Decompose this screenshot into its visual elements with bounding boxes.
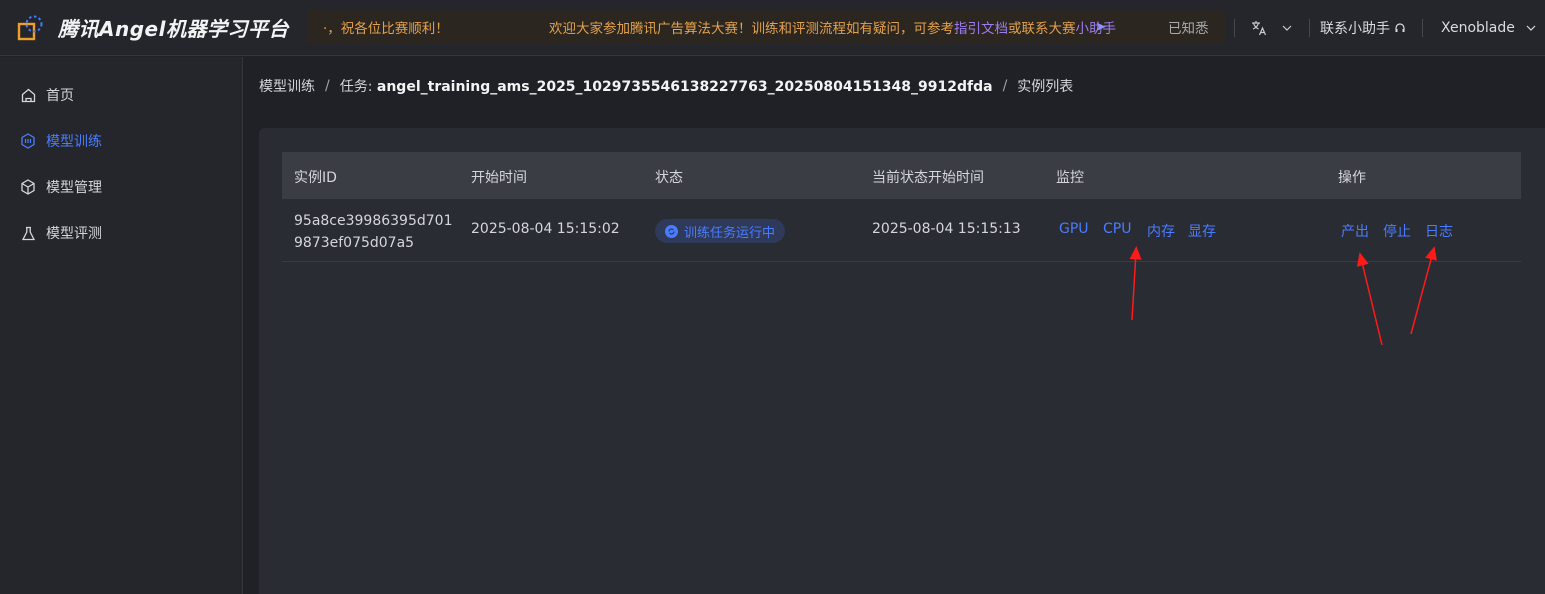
box-icon (20, 179, 36, 195)
breadcrumb-task-prefix: 任务: (339, 79, 373, 95)
language-switcher[interactable] (1251, 20, 1293, 36)
breadcrumb-task[interactable]: 任务: angel_training_ams_2025_102973554613… (340, 76, 993, 96)
translate-icon (1251, 20, 1267, 36)
breadcrumb-current: 实例列表 (1017, 79, 1074, 95)
column-header-monitor: 监控 (1056, 170, 1084, 186)
angel-logo-icon (16, 15, 43, 41)
start-time-cell: 2025-08-04 15:15:02 (471, 221, 620, 237)
notice-middle-text: 或联系大赛 (1008, 21, 1076, 37)
column-header-status: 状态 (655, 170, 683, 186)
column-header-start-time: 开始时间 (471, 170, 527, 186)
sidebar-item-model-evaluation[interactable]: 模型评测 (20, 221, 102, 245)
log-action-link[interactable]: 日志 (1425, 221, 1453, 241)
cube-icon (20, 133, 36, 149)
sidebar-item-home[interactable]: 首页 (20, 83, 74, 107)
notice-dismiss-button[interactable]: 已知悉 (1168, 17, 1209, 37)
monitor-memory-link[interactable]: 内存 (1147, 221, 1175, 241)
table-row: 95a8ce39986395d7019873ef075d07a5 2025-08… (282, 199, 1521, 262)
output-action-link[interactable]: 产出 (1341, 221, 1369, 241)
table-header: 实例ID 开始时间 状态 当前状态开始时间 监控 操作 (282, 152, 1521, 199)
chevron-down-icon (1525, 20, 1537, 36)
top-bar: 腾讯Angel机器学习平台 ·，祝各位比赛顺利！ 欢迎大家参加腾讯广告算法大赛！… (0, 0, 1545, 56)
contact-helper-link[interactable]: 联系小助手 (1320, 18, 1406, 38)
content-panel: 实例ID 开始时间 状态 当前状态开始时间 监控 操作 95a8ce399863… (259, 128, 1545, 594)
chevron-down-icon (1281, 20, 1293, 36)
headset-icon (1394, 20, 1406, 36)
instance-table: 实例ID 开始时间 状态 当前状态开始时间 监控 操作 95a8ce399863… (282, 152, 1521, 262)
user-menu[interactable]: Xenoblade (1441, 20, 1537, 36)
flask-icon (20, 225, 36, 241)
breadcrumb-model-training[interactable]: 模型训练 (259, 76, 315, 96)
column-header-status-start-time: 当前状态开始时间 (872, 170, 984, 186)
user-name: Xenoblade (1441, 20, 1515, 36)
stop-action-link[interactable]: 停止 (1383, 221, 1411, 241)
notice-banner: ·，祝各位比赛顺利！ 欢迎大家参加腾讯广告算法大赛！训练和评测流程如有疑问，可参… (307, 10, 1226, 44)
app-title: 腾讯Angel机器学习平台 (58, 17, 289, 41)
monitor-gpu-memory-link[interactable]: 显存 (1188, 221, 1216, 241)
monitor-cpu-link[interactable]: CPU (1103, 221, 1131, 237)
sidebar-item-label: 模型管理 (46, 180, 102, 196)
sidebar-item-model-management[interactable]: 模型管理 (20, 175, 102, 199)
notice-more-icon[interactable]: ➤ (1095, 19, 1106, 35)
status-start-time-cell: 2025-08-04 15:15:13 (872, 221, 1021, 237)
notice-main-text: 欢迎大家参加腾讯广告算法大赛！训练和评测流程如有疑问，可参考指引文档或联系大赛小… (549, 17, 1116, 37)
contact-helper-label: 联系小助手 (1320, 21, 1390, 37)
notice-left-text: ·，祝各位比赛顺利！ (323, 21, 449, 37)
home-icon (20, 87, 36, 103)
breadcrumb-task-id: angel_training_ams_2025_1029735546138227… (376, 79, 993, 95)
sidebar-item-label: 模型训练 (46, 134, 102, 150)
sidebar: 首页 模型训练 模型管理 模型评测 (0, 57, 243, 594)
notice-main-sentence: 欢迎大家参加腾讯广告算法大赛！训练和评测流程如有疑问，可参考 (549, 21, 954, 37)
sidebar-item-label: 模型评测 (46, 226, 102, 242)
logo[interactable]: 腾讯Angel机器学习平台 (16, 0, 289, 56)
monitor-gpu-link[interactable]: GPU (1059, 221, 1089, 237)
breadcrumb: 模型训练 / 任务: angel_training_ams_2025_10297… (259, 76, 1073, 96)
header-divider (1309, 19, 1310, 37)
sidebar-item-label: 首页 (46, 88, 74, 104)
header-divider (1234, 19, 1235, 37)
header-divider (1422, 19, 1423, 37)
sidebar-item-model-training[interactable]: 模型训练 (20, 129, 102, 153)
guide-doc-link[interactable]: 指引文档 (954, 21, 1008, 37)
column-header-actions: 操作 (1338, 170, 1366, 186)
column-header-instance-id: 实例ID (294, 170, 337, 186)
status-text: 训练任务运行中 (684, 225, 776, 241)
header-actions: 联系小助手 Xenoblade (1234, 0, 1537, 56)
instance-id-cell: 95a8ce39986395d7019873ef075d07a5 (294, 213, 453, 251)
status-badge: 训练任务运行中 (655, 219, 786, 243)
breadcrumb-separator: / (325, 78, 330, 94)
running-status-icon (665, 224, 678, 238)
breadcrumb-separator: / (1002, 78, 1008, 94)
